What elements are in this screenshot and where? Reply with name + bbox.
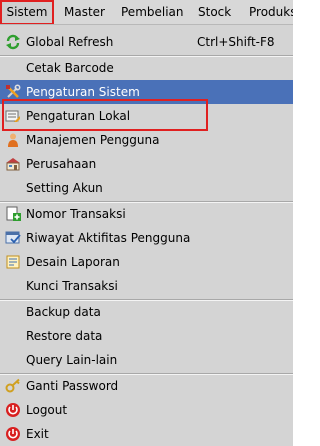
sistem-dropdown: Global Refresh Ctrl+Shift-F8 Cetak Barco… — [0, 25, 293, 446]
menu-item-label: Backup data — [26, 305, 101, 319]
menu-stock[interactable]: Stock — [198, 0, 231, 24]
menu-item-desain-laporan[interactable]: Desain Laporan — [0, 250, 293, 274]
settings-local-icon — [5, 110, 20, 122]
menu-item-global-refresh[interactable]: Global Refresh Ctrl+Shift-F8 — [0, 30, 293, 54]
tools-icon — [6, 84, 21, 98]
menu-item-label: Perusahaan — [26, 157, 97, 171]
menu-item-label: Manajemen Pengguna — [26, 133, 160, 147]
menu-item-setting-akun[interactable]: Setting Akun — [0, 176, 293, 200]
menu-item-label: Query Lain-lain — [26, 353, 118, 367]
report-design-icon — [6, 255, 20, 269]
menu-item-perusahaan[interactable]: Perusahaan — [0, 152, 293, 176]
menu-item-label: Kunci Transaksi — [26, 279, 118, 293]
company-icon — [6, 158, 20, 171]
menu-item-label: Restore data — [26, 329, 103, 343]
menu-item-label: Logout — [26, 403, 68, 417]
menu-sistem[interactable]: Sistem — [0, 0, 54, 24]
menu-item-label: Global Refresh — [26, 35, 114, 49]
menu-item-label: Cetak Barcode — [26, 61, 114, 75]
menu-item-manajemen-pengguna[interactable]: Manajemen Pengguna — [0, 128, 293, 152]
menu-bar: Sistem Master Pembelian Stock Produksi — [0, 0, 293, 25]
menu-item-ganti-password[interactable]: Ganti Password — [0, 374, 293, 398]
logout-icon — [6, 403, 20, 417]
menu-item-label: Desain Laporan — [26, 255, 120, 269]
history-icon — [5, 231, 21, 244]
menu-item-restore-data[interactable]: Restore data — [0, 324, 293, 348]
menu-item-label: Pengaturan Sistem — [26, 85, 140, 99]
menu-item-riwayat-aktifitas[interactable]: Riwayat Aktifitas Pengguna — [0, 226, 293, 250]
menu-item-exit[interactable]: Exit — [0, 422, 293, 446]
menu-item-kunci-transaksi[interactable]: Kunci Transaksi — [0, 274, 293, 298]
menu-item-nomor-transaksi[interactable]: Nomor Transaksi — [0, 202, 293, 226]
menu-item-shortcut: Ctrl+Shift-F8 — [197, 35, 275, 49]
menu-item-pengaturan-lokal[interactable]: Pengaturan Lokal — [0, 104, 293, 128]
menu-item-label: Ganti Password — [26, 379, 119, 393]
add-document-icon — [6, 206, 21, 221]
menu-item-cetak-barcode[interactable]: Cetak Barcode — [0, 56, 293, 80]
menu-item-backup-data[interactable]: Backup data — [0, 300, 293, 324]
menu-produksi[interactable]: Produksi — [249, 0, 293, 24]
user-icon — [8, 133, 18, 147]
menu-item-label: Nomor Transaksi — [26, 207, 126, 221]
menu-item-label: Riwayat Aktifitas Pengguna — [26, 231, 191, 245]
refresh-icon — [6, 34, 20, 50]
menu-item-label: Pengaturan Lokal — [26, 109, 131, 123]
menu-item-query-lain-lain[interactable]: Query Lain-lain — [0, 348, 293, 372]
key-icon — [5, 378, 20, 393]
menu-pembelian[interactable]: Pembelian — [121, 0, 184, 24]
menu-master[interactable]: Master — [64, 0, 105, 24]
menu-item-logout[interactable]: Logout — [0, 398, 293, 422]
menu-item-label: Setting Akun — [26, 181, 103, 195]
exit-icon — [6, 427, 20, 441]
menu-item-pengaturan-sistem[interactable]: Pengaturan Sistem — [0, 80, 293, 104]
menu-item-label: Exit — [26, 427, 49, 441]
